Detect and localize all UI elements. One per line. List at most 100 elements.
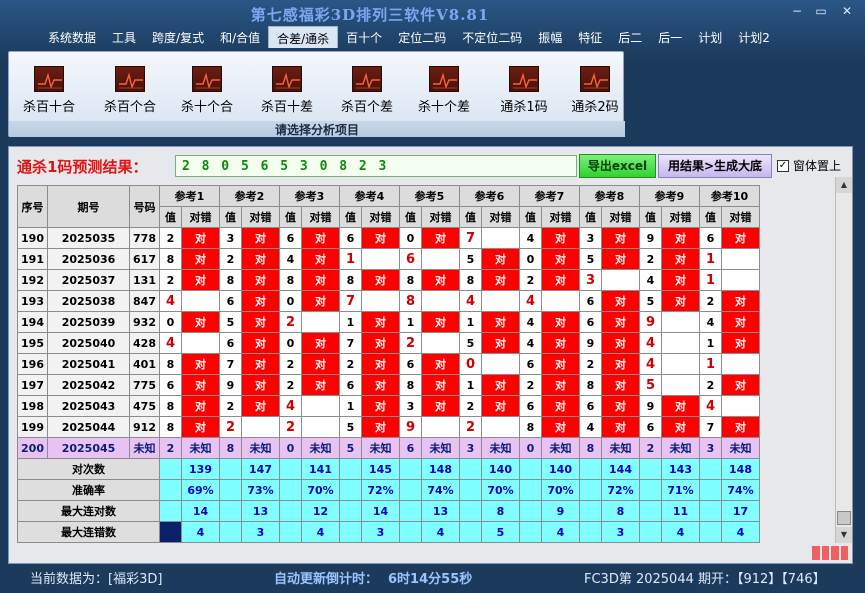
ref-result: 对 bbox=[541, 353, 580, 375]
scroll-thumb[interactable] bbox=[837, 511, 851, 525]
export-excel-button[interactable]: 导出excel bbox=[579, 154, 656, 178]
ref-value: 1 bbox=[699, 248, 722, 270]
menu-item[interactable]: 振幅 bbox=[530, 26, 570, 48]
stats-value: 140 bbox=[481, 458, 520, 480]
title-bar: 第七感福彩3D排列三软件V8.81 − ▭ ✕ bbox=[0, 0, 865, 26]
ref-result: 对 bbox=[721, 227, 760, 249]
main-content: 通杀1码预测结果： 2 8 0 5 6 5 3 0 8 2 3 导出excel … bbox=[8, 146, 853, 564]
ref-value: 2 bbox=[699, 290, 722, 312]
topmost-checkbox[interactable]: ✓ 窗体置上 bbox=[777, 157, 841, 174]
header-ref-group: 参考4 bbox=[339, 185, 400, 207]
ribbon-button[interactable]: 杀百个合 bbox=[94, 66, 166, 126]
menu-item[interactable]: 计划 bbox=[690, 26, 730, 48]
ref-value: 4 bbox=[519, 332, 542, 354]
header-value: 值 bbox=[399, 206, 422, 228]
table-row[interactable]: 193 2025038 847 4 6 对 0 对 7 8 4 4 6 对 5 对 2 对 bbox=[17, 290, 760, 312]
ribbon-button[interactable]: 杀十个合 bbox=[171, 66, 243, 126]
menu-item[interactable]: 后一 bbox=[650, 26, 690, 48]
close-button[interactable]: ✕ bbox=[836, 3, 858, 19]
ref-result bbox=[481, 227, 520, 249]
menu-item[interactable]: 特征 bbox=[570, 26, 610, 48]
ref-value: 5 bbox=[579, 248, 602, 270]
maximize-button[interactable]: ▭ bbox=[810, 3, 832, 19]
ref-value: 4 bbox=[579, 416, 602, 438]
ref-value: 5 bbox=[639, 290, 662, 312]
stats-label: 最大连对数 bbox=[17, 500, 160, 522]
ref-result: 对 bbox=[541, 374, 580, 396]
menu-item[interactable]: 不定位二码 bbox=[454, 26, 530, 48]
stats-value: 139 bbox=[181, 458, 220, 480]
stats-spacer bbox=[339, 500, 362, 522]
pending-row[interactable]: 200 2025045 未知 2 未知 8 未知 0 未知 5 未知 6 未知 3 未知 0 未知 8 未知 2 未知 3… bbox=[17, 437, 760, 459]
row-index: 199 bbox=[17, 416, 48, 438]
stats-spacer bbox=[579, 500, 602, 522]
stats-spacer bbox=[519, 500, 542, 522]
stats-value: 4 bbox=[301, 521, 340, 543]
ref-result: 对 bbox=[541, 227, 580, 249]
ref-result bbox=[721, 353, 760, 375]
stats-spacer bbox=[399, 479, 422, 501]
ref-result: 对 bbox=[601, 290, 640, 312]
scroll-up-icon[interactable]: ▲ bbox=[836, 177, 852, 193]
table-row[interactable]: 192 2025037 131 2 对 8 对 8 对 8 对 8 对 8 对 2 对 3 4 对 1 bbox=[17, 269, 760, 291]
ref-value: 2 bbox=[159, 227, 182, 249]
table-row[interactable]: 199 2025044 912 8 对 2 2 5 对 9 2 8 对 4 对 6 对 7 对 bbox=[17, 416, 760, 438]
ref-result: 未知 bbox=[301, 437, 340, 459]
countdown-display: 自动更新倒计时： 6时14分55秒 bbox=[274, 568, 472, 587]
ribbon-button[interactable]: 杀十个差 bbox=[408, 66, 480, 126]
ribbon-caption: 请选择分析项目 bbox=[9, 121, 625, 137]
status-bar: 当前数据为：[福彩3D] 自动更新倒计时： 6时14分55秒 FC3D第 2025… bbox=[0, 566, 865, 593]
table-row[interactable]: 197 2025042 775 6 对 9 对 2 对 6 对 8 对 1 对 2 对 8 对 5 2 对 bbox=[17, 374, 760, 396]
ref-value: 2 bbox=[279, 353, 302, 375]
header-number: 号码 bbox=[129, 185, 160, 228]
ref-result bbox=[721, 269, 760, 291]
menu-item[interactable]: 百十个 bbox=[338, 26, 390, 48]
ribbon-button[interactable]: 通杀1码 bbox=[488, 66, 560, 126]
ribbon-button[interactable]: 通杀2码 bbox=[559, 66, 631, 126]
ref-result bbox=[661, 332, 700, 354]
menu-item[interactable]: 后二 bbox=[610, 26, 650, 48]
resize-grip[interactable] bbox=[812, 546, 848, 560]
ref-value: 2 bbox=[159, 269, 182, 291]
header-result: 对错 bbox=[601, 206, 640, 228]
generate-base-button[interactable]: 用结果>生成大底 bbox=[658, 154, 772, 178]
stats-row: 最大连对数 14 13 12 14 13 8 9 8 11 17 bbox=[17, 500, 760, 522]
ref-value: 2 bbox=[339, 353, 362, 375]
ref-result: 对 bbox=[181, 269, 220, 291]
table-row[interactable]: 198 2025043 475 8 对 2 对 4 1 对 3 对 2 对 6 对 6 对 9 对 4 bbox=[17, 395, 760, 417]
menu-item[interactable]: 跨度/复式 bbox=[144, 26, 212, 48]
stats-label: 对次数 bbox=[17, 458, 160, 480]
minimize-button[interactable]: − bbox=[786, 3, 808, 19]
menu-item[interactable]: 合差/通杀 bbox=[268, 26, 339, 48]
menu-item[interactable]: 系统数据 bbox=[40, 26, 104, 48]
menu-item[interactable]: 和/合值 bbox=[212, 26, 268, 48]
ref-result: 对 bbox=[361, 395, 400, 417]
ref-value: 8 bbox=[519, 416, 542, 438]
ribbon-button[interactable]: 杀百十差 bbox=[251, 66, 323, 126]
ref-result: 未知 bbox=[241, 437, 280, 459]
stats-spacer bbox=[639, 479, 662, 501]
table-row[interactable]: 194 2025039 932 0 对 5 对 2 1 对 1 对 1 对 4 对 6 对 9 4 对 bbox=[17, 311, 760, 333]
table-row[interactable]: 191 2025036 617 8 对 2 对 4 对 1 6 5 对 0 对 5 对 2 对 1 bbox=[17, 248, 760, 270]
ribbon-button[interactable]: 杀百十合 bbox=[13, 66, 85, 126]
checkbox-check-icon: ✓ bbox=[777, 159, 789, 172]
prediction-result-field[interactable]: 2 8 0 5 6 5 3 0 8 2 3 bbox=[175, 155, 577, 177]
vertical-scrollbar[interactable]: ▲ ▼ bbox=[835, 177, 852, 543]
row-number: 932 bbox=[129, 311, 160, 333]
menu-item[interactable]: 定位二码 bbox=[390, 26, 454, 48]
table-row[interactable]: 196 2025041 401 8 对 7 对 2 对 2 对 6 对 0 6 对 2 对 4 1 bbox=[17, 353, 760, 375]
ref-value: 2 bbox=[279, 416, 302, 438]
menu-item[interactable]: 计划2 bbox=[730, 26, 778, 48]
ref-value: 0 bbox=[519, 248, 542, 270]
menu-item[interactable]: 工具 bbox=[104, 26, 144, 48]
stats-spacer bbox=[639, 521, 662, 543]
scroll-down-icon[interactable]: ▼ bbox=[836, 527, 852, 543]
ribbon-button[interactable]: 杀百个差 bbox=[331, 66, 403, 126]
ref-value: 9 bbox=[639, 311, 662, 333]
ref-result: 对 bbox=[421, 269, 460, 291]
table-row[interactable]: 190 2025035 778 2 对 3 对 6 对 6 对 0 对 7 4 对 3 对 9 对 6 对 bbox=[17, 227, 760, 249]
ref-result: 对 bbox=[181, 248, 220, 270]
stats-value: 4 bbox=[721, 521, 760, 543]
ref-value: 4 bbox=[159, 332, 182, 354]
table-row[interactable]: 195 2025040 428 4 6 对 0 对 7 对 2 5 对 4 对 9 对 4 1 对 bbox=[17, 332, 760, 354]
